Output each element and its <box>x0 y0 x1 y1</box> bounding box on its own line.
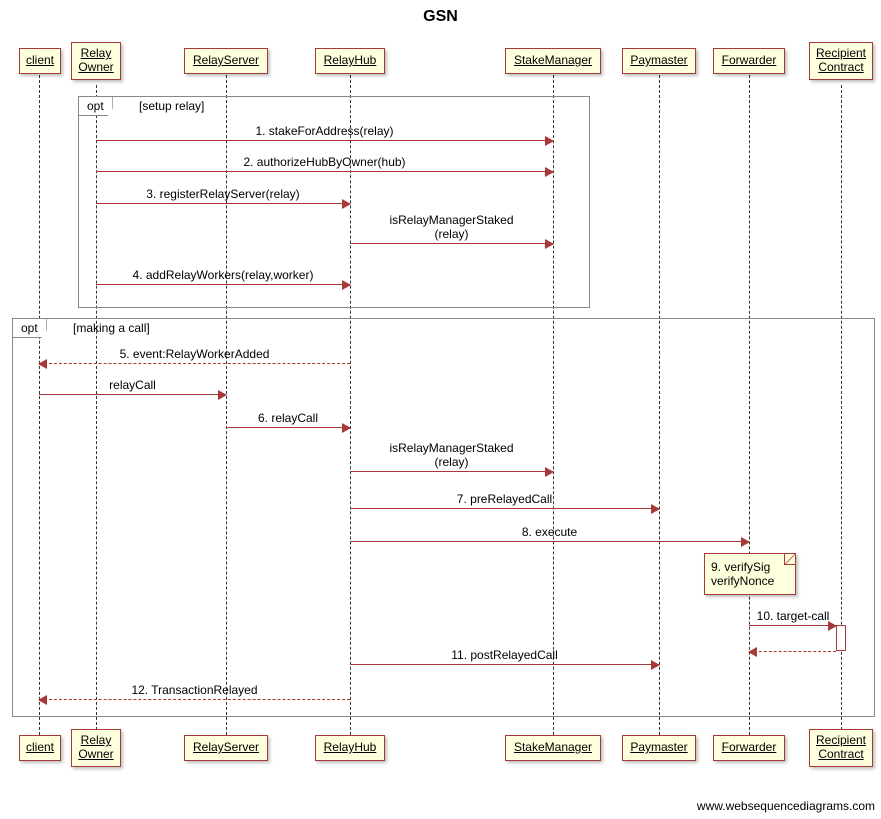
participant-client-top: client <box>19 48 61 74</box>
opt-label: [setup relay] <box>139 99 204 113</box>
msg-is-relay-mgr-staked-2a: isRelayManagerStaked <box>350 441 553 455</box>
participant-relay-server-top: RelayServer <box>184 48 268 74</box>
sequence-diagram: GSN client Relay Owner RelayServer Relay… <box>0 0 881 819</box>
msg-is-relay-mgr-staked-1a: isRelayManagerStaked <box>350 213 553 227</box>
participant-stake-manager-top: StakeManager <box>505 48 601 74</box>
arrow-m4 <box>96 284 350 285</box>
msg-stake-for-address: 1. stakeForAddress(relay) <box>96 124 553 138</box>
msg-add-relay-workers: 4. addRelayWorkers(relay,worker) <box>96 268 350 282</box>
activation-recipient <box>836 625 846 651</box>
arrow-m3b <box>350 243 553 244</box>
arrow-m10 <box>749 625 836 626</box>
participant-relay-hub-top: RelayHub <box>315 48 385 74</box>
participant-stake-manager-bottom: StakeManager <box>505 735 601 761</box>
diagram-title: GSN <box>0 8 881 26</box>
msg-target-call: 10. target-call <box>749 609 837 623</box>
participant-relay-server-bottom: RelayServer <box>184 735 268 761</box>
attribution-text: www.websequencediagrams.com <box>697 799 875 813</box>
msg-authorize-hub: 2. authorizeHubByOwner(hub) <box>96 155 553 169</box>
msg-is-relay-mgr-staked-2b: (relay) <box>350 455 553 469</box>
msg-transaction-relayed: 12. TransactionRelayed <box>39 683 350 697</box>
arrow-m12 <box>39 699 350 700</box>
participant-relay-owner-bottom: Relay Owner <box>71 729 121 767</box>
participant-recipient-top: Recipient Contract <box>809 42 873 80</box>
note-line2: verifyNonce <box>711 574 789 588</box>
msg-event-relay-worker-added: 5. event:RelayWorkerAdded <box>39 347 350 361</box>
msg-relay-call-1: relayCall <box>39 378 226 392</box>
arrow-m5b <box>39 394 226 395</box>
arrow-m7 <box>350 508 659 509</box>
msg-post-relayed-call: 11. postRelayedCall <box>350 648 659 662</box>
arrow-m8 <box>350 541 749 542</box>
arrow-m2 <box>96 171 553 172</box>
arrow-m1 <box>96 140 553 141</box>
participant-client-bottom: client <box>19 735 61 761</box>
note-line1: 9. verifySig <box>711 560 789 574</box>
msg-relay-call-2: 6. relayCall <box>226 411 350 425</box>
msg-register-relay-server: 3. registerRelayServer(relay) <box>96 187 350 201</box>
participant-relay-hub-bottom: RelayHub <box>315 735 385 761</box>
msg-pre-relayed-call: 7. preRelayedCall <box>350 492 659 506</box>
opt-tag: opt <box>79 97 113 116</box>
participant-paymaster-bottom: Paymaster <box>622 735 696 761</box>
participant-relay-owner-top: Relay Owner <box>71 42 121 80</box>
participant-forwarder-bottom: Forwarder <box>713 735 785 761</box>
opt-tag: opt <box>13 319 47 338</box>
arrow-m10-return <box>749 651 836 652</box>
arrow-m11 <box>350 664 659 665</box>
opt-label: [making a call] <box>73 321 150 335</box>
arrow-m6b <box>350 471 553 472</box>
arrow-m3 <box>96 203 350 204</box>
msg-execute: 8. execute <box>350 525 749 539</box>
arrow-m6 <box>226 427 350 428</box>
msg-is-relay-mgr-staked-1b: (relay) <box>350 227 553 241</box>
participant-forwarder-top: Forwarder <box>713 48 785 74</box>
participant-paymaster-top: Paymaster <box>622 48 696 74</box>
participant-recipient-bottom: Recipient Contract <box>809 729 873 767</box>
note-verify-sig-nonce: 9. verifySig verifyNonce <box>704 553 796 595</box>
arrow-m5 <box>39 363 350 364</box>
